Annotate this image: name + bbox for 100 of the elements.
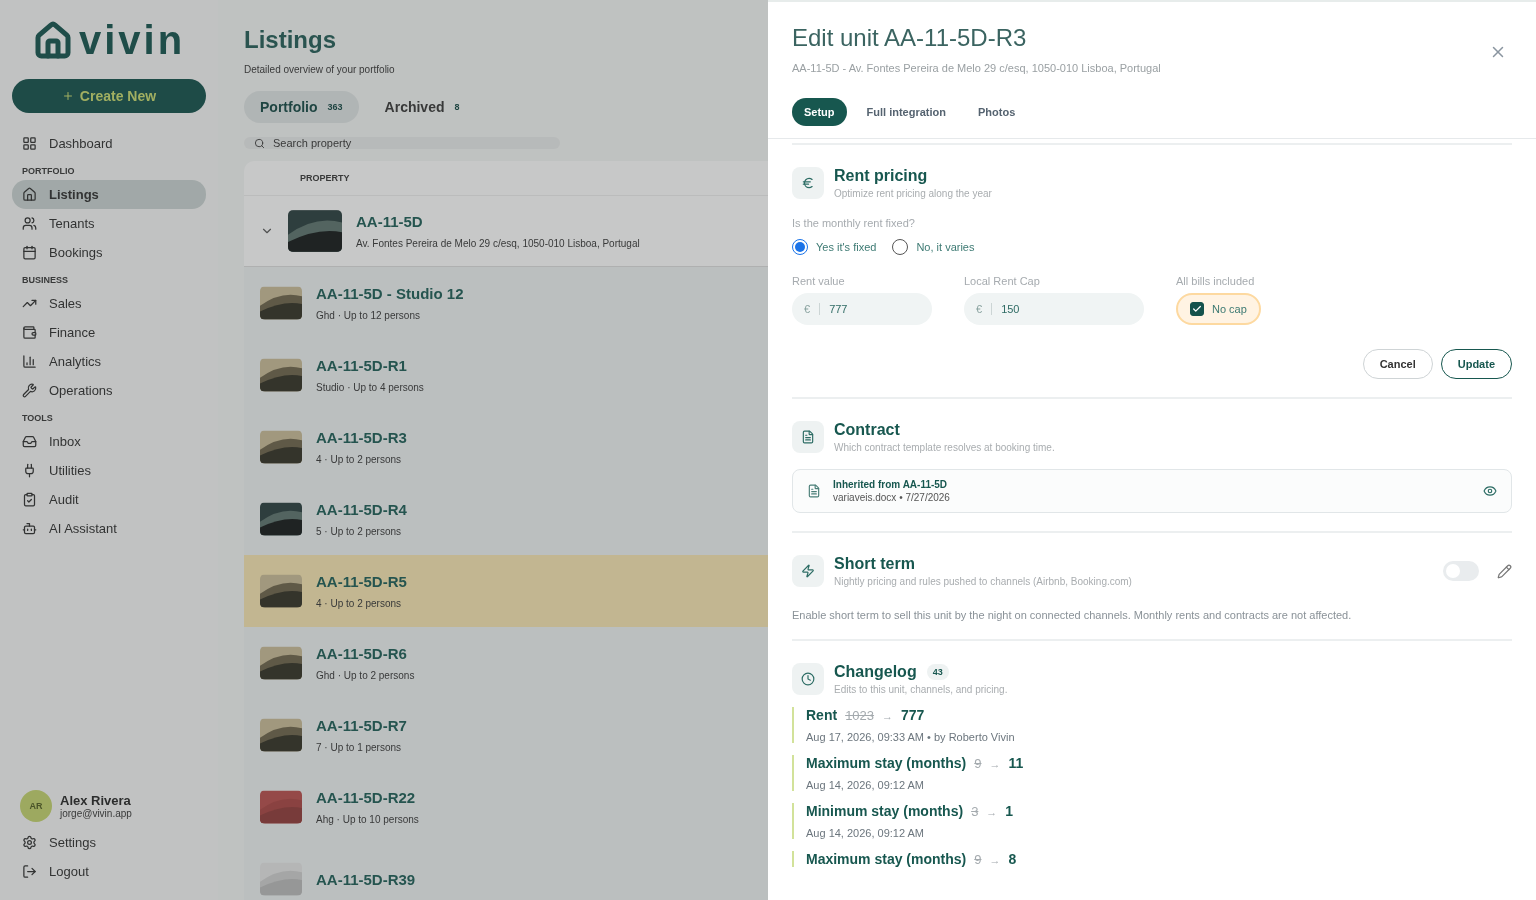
sidebar-item[interactable]: Dashboard: [12, 129, 206, 158]
section-label: TOOLS: [21, 412, 54, 425]
unit-name: AA-11-5D-R39: [316, 870, 416, 888]
sidebar-item[interactable]: Analytics: [12, 347, 206, 376]
tab[interactable]: Full integration: [854, 98, 958, 126]
section-title: Contract: [834, 421, 901, 439]
user-name: Alex Rivera: [60, 793, 132, 808]
tab[interactable]: Setup: [792, 98, 847, 126]
section-label: BUSINESS: [21, 274, 69, 287]
question-label: Is the monthly rent fixed?: [792, 217, 916, 229]
tab[interactable]: Archived 8: [368, 91, 476, 123]
listing-row[interactable]: AA-11-5D-R39: [244, 843, 768, 900]
clock-icon: [792, 663, 824, 695]
section-title: Changelog: [834, 663, 917, 681]
listing-row[interactable]: AA-11-5D-R4 5 · Up to 2 persons: [244, 483, 768, 555]
lightning-icon: [792, 555, 824, 587]
listing-row[interactable]: AA-11-5D-R22 Ahg · Up to 10 persons: [244, 771, 768, 843]
page-title: Listings: [244, 26, 337, 54]
user-email: jorge@vivin.app: [60, 808, 132, 819]
clipboard-icon: [22, 492, 37, 507]
drawer-title: Edit unit AA-11-5D-R3: [792, 24, 1028, 52]
section-subtitle: Edits to this unit, channels, and pricing.: [834, 684, 1008, 695]
unit-detail: 4 · Up to 2 persons: [316, 454, 403, 465]
contract-source: Inherited from AA-11-5D: [833, 479, 949, 490]
unit-name: AA-11-5D - Studio 12: [316, 285, 464, 302]
tab[interactable]: Photos: [966, 98, 1028, 126]
changed-field: Rent: [806, 707, 838, 723]
entry-meta: Aug 14, 2026, 09:12 AM: [806, 779, 926, 791]
plus-icon: [61, 90, 74, 102]
sidebar-item[interactable]: AI Assistant: [12, 514, 206, 543]
logo: vivin: [78, 18, 186, 63]
input-field[interactable]: € 777: [792, 293, 932, 325]
document-icon: [807, 484, 821, 498]
sidebar-item[interactable]: Listings: [12, 180, 206, 209]
arrow: →: [989, 854, 1001, 866]
settings-icon: [22, 835, 37, 850]
plug-icon: [22, 463, 37, 478]
entry-meta: Aug 14, 2026, 09:12 AM: [806, 827, 926, 839]
calendar-icon: [22, 245, 37, 260]
update-button[interactable]: Update: [1440, 349, 1512, 379]
sidebar-item[interactable]: Utilities: [12, 456, 206, 485]
search-field[interactable]: Search property: [244, 137, 560, 149]
unit-detail: Ghd · Up to 2 persons: [316, 670, 415, 681]
new-value: 777: [901, 707, 925, 723]
entry-meta: Aug 17, 2026, 09:33 AM • by Roberto Vivin: [806, 731, 1016, 743]
unit-detail: Ahg · Up to 10 persons: [316, 814, 419, 825]
section-label: PORTFOLIO: [21, 165, 76, 178]
unit-name: AA-11-5D-R22: [316, 789, 417, 806]
unit-detail: 4 · Up to 2 persons: [316, 598, 403, 609]
unit-name: AA-11-5D-R4: [316, 501, 407, 518]
section-subtitle: Which contract template resolves at booking time.: [834, 442, 1055, 453]
wallet-icon: [22, 325, 37, 340]
edit-icon[interactable]: [1497, 563, 1512, 579]
field-label: All bills included: [1176, 275, 1256, 287]
unit-detail: 7 · Up to 1 persons: [316, 742, 403, 753]
drawer-subtitle: AA-11-5D - Av. Fontes Pereira de Melo 29 c/esq, 1050-010 Lisboa, Portugal: [792, 62, 1161, 74]
field-label: Rent value: [792, 275, 846, 287]
count-badge: 43: [926, 664, 949, 680]
column-header: PROPERTY: [300, 173, 350, 183]
sidebar-item[interactable]: Audit: [12, 485, 206, 514]
sidebar-item[interactable]: Logout: [12, 857, 206, 886]
sidebar-item[interactable]: Finance: [12, 318, 206, 347]
sidebar-item[interactable]: Bookings: [12, 238, 206, 267]
arrow: →: [989, 758, 1001, 770]
listing-row[interactable]: AA-11-5D-R3 4 · Up to 2 persons: [244, 411, 768, 483]
sidebar-item[interactable]: Sales: [12, 289, 206, 318]
unit-name: AA-11-5D-R7: [316, 717, 407, 734]
bot-icon: [22, 521, 37, 536]
checkbox-option[interactable]: No cap: [1176, 293, 1261, 325]
unit-name: AA-11-5D-R6: [316, 645, 408, 662]
search-icon: [254, 137, 265, 149]
chart-icon: [22, 354, 37, 369]
create-new-button[interactable]: Create New: [12, 79, 206, 113]
unit-name: AA-11-5D-R5: [316, 573, 407, 590]
property-address: Av. Fontes Pereira de Melo 29 c/esq, 1050-010 Lisboa, Portugal: [356, 238, 640, 249]
new-value: 8: [1008, 851, 1017, 867]
listing-row[interactable]: AA-11-5D-R1 Studio · Up to 4 persons: [244, 339, 768, 411]
listing-row[interactable]: AA-11-5D - Studio 12 Ghd · Up to 12 persons: [244, 267, 768, 339]
unit-detail: Studio · Up to 4 persons: [316, 382, 424, 393]
section-subtitle: Nightly pricing and rules pushed to channels (Airbnb, Booking.com): [834, 576, 1133, 587]
radio-option[interactable]: No, it varies: [892, 239, 975, 255]
cancel-button[interactable]: Cancel: [1362, 349, 1433, 379]
section-subtitle: Optimize rent pricing along the year: [834, 188, 992, 199]
new-value: 11: [1008, 755, 1024, 771]
sidebar-item[interactable]: Inbox: [12, 427, 206, 456]
grid-icon: [22, 136, 37, 151]
eye-icon[interactable]: [1483, 484, 1497, 498]
sidebar-item[interactable]: Operations: [12, 376, 206, 405]
old-value: 1023: [845, 708, 875, 723]
listing-row[interactable]: AA-11-5D-R7 7 · Up to 1 persons: [244, 699, 768, 771]
listing-row[interactable]: AA-11-5D-R5 4 · Up to 2 persons: [244, 555, 768, 627]
sidebar-item[interactable]: Tenants: [12, 209, 206, 238]
changed-field: Minimum stay (months): [806, 803, 964, 819]
input-field[interactable]: € 150: [964, 293, 1144, 325]
sidebar-item[interactable]: Settings: [12, 828, 206, 857]
tab[interactable]: Portfolio 363: [244, 91, 359, 123]
listing-row[interactable]: AA-11-5D-R6 Ghd · Up to 2 persons: [244, 627, 768, 699]
old-value: 3: [971, 804, 979, 819]
radio-option[interactable]: Yes it's fixed: [792, 239, 877, 255]
user-avatar: AR: [20, 790, 52, 822]
